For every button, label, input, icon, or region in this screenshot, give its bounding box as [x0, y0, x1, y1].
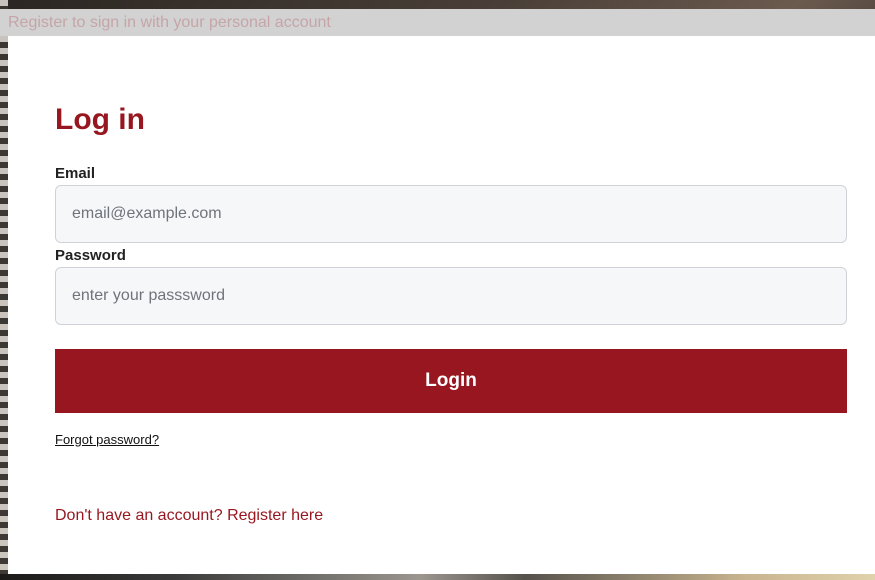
- background-image-bottom: [0, 574, 875, 580]
- password-label: Password: [55, 247, 126, 264]
- login-button[interactable]: Login: [55, 349, 847, 413]
- email-field[interactable]: [55, 185, 847, 243]
- password-field[interactable]: [55, 267, 847, 325]
- forgot-password-link[interactable]: Forgot password?: [55, 432, 159, 448]
- register-link[interactable]: Don't have an account? Register here: [55, 506, 323, 526]
- banner-text: Register to sign in with your personal a…: [8, 14, 331, 31]
- email-label: Email: [55, 165, 96, 182]
- top-banner: Register to sign in with your personal a…: [0, 9, 875, 36]
- login-panel: Log in Email Password Login Forgot passw…: [8, 36, 875, 574]
- page-title: Log in: [55, 103, 145, 136]
- background-image: [0, 0, 8, 580]
